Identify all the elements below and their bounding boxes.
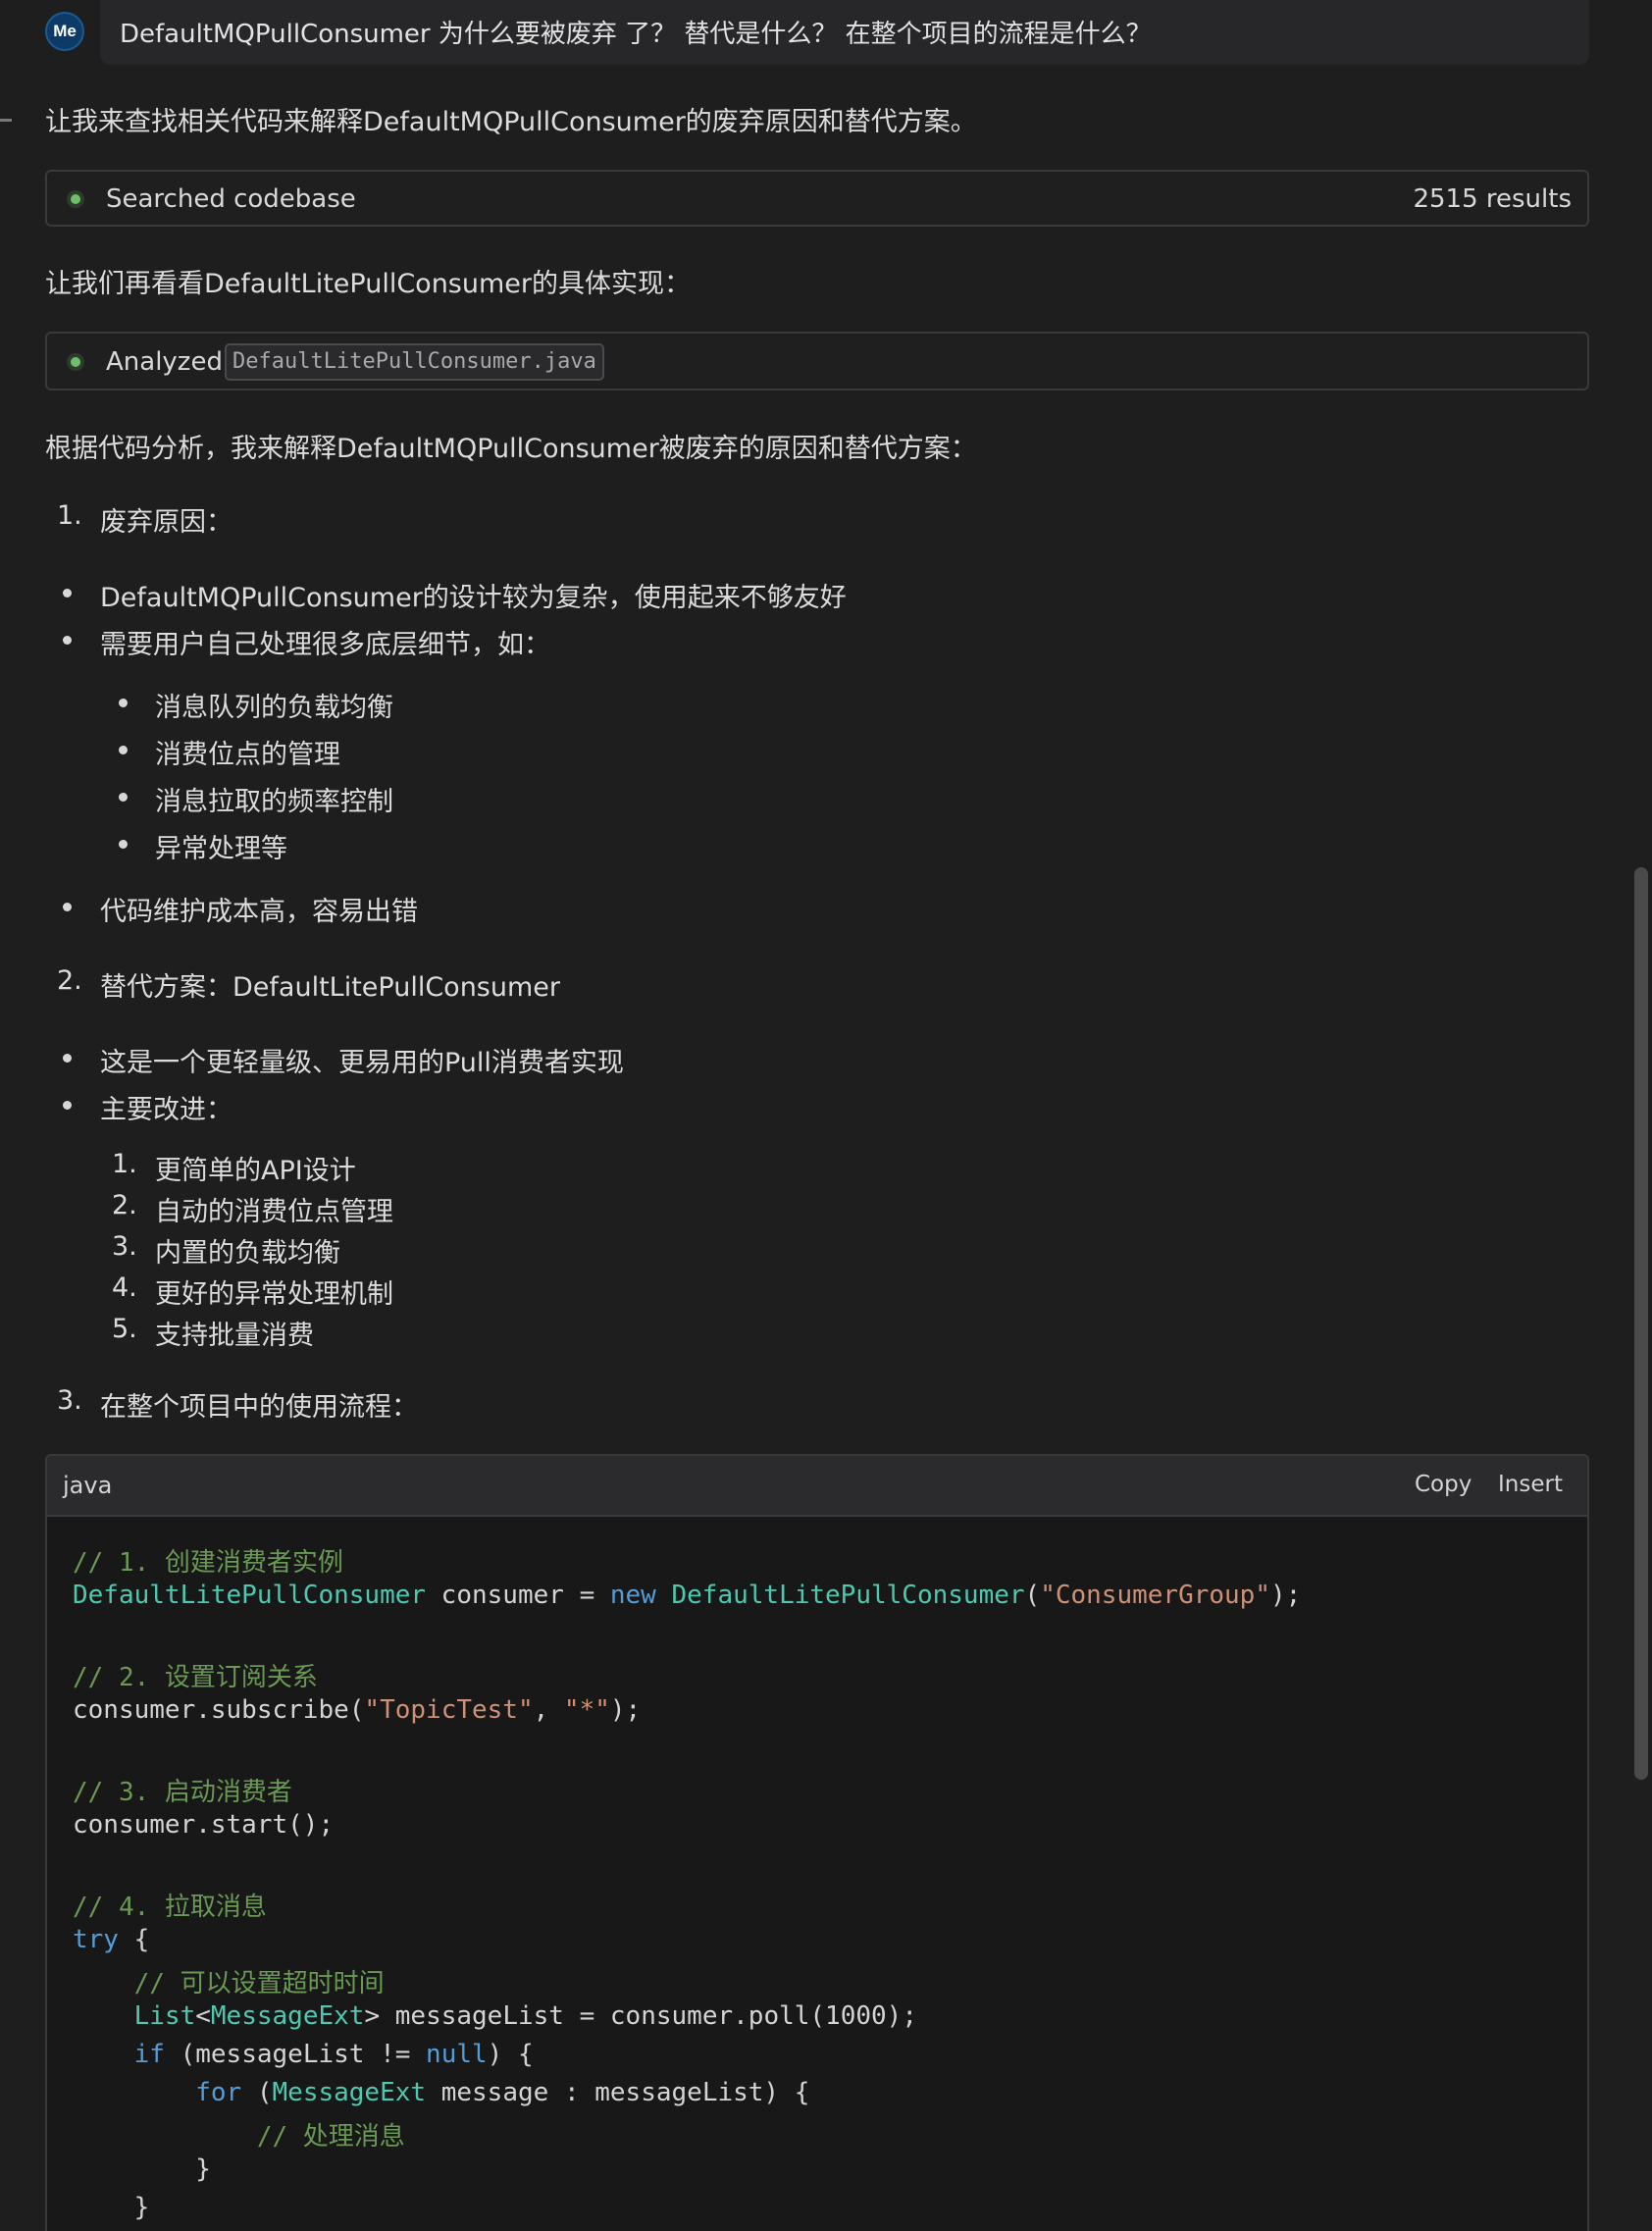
section-title: 替代方案：DefaultLitePullConsumer: [100, 972, 560, 1003]
user-message-text[interactable]: DefaultMQPullConsumer 为什么要被废弃 了？ 替代是什么？ …: [100, 0, 1589, 65]
code-line: if (messageList != null) {: [133, 2040, 534, 2069]
list-item: 消费位点的管理: [155, 740, 340, 770]
sub-item-number: 5.: [112, 1314, 137, 1344]
list-item: 内置的负载均衡: [155, 1238, 340, 1269]
code-line: try {: [73, 1925, 150, 1954]
bullet: [63, 903, 72, 911]
code-line: DefaultLitePullConsumer consumer = new D…: [73, 1581, 1302, 1610]
collapse-marker[interactable]: [0, 119, 12, 122]
status-dot-icon: [71, 194, 80, 204]
code-line: }: [73, 2193, 150, 2222]
sub-item-number: 4.: [112, 1272, 137, 1303]
list-item: 更好的异常处理机制: [155, 1279, 393, 1310]
list-item: 更简单的API设计: [155, 1156, 356, 1186]
section-number: 3.: [57, 1385, 82, 1416]
list-item: 这是一个更轻量级、更易用的Pull消费者实现: [100, 1048, 624, 1078]
scrollbar[interactable]: [1626, 0, 1652, 2231]
scrollbar-thumb[interactable]: [1634, 867, 1648, 1780]
bullet: [63, 589, 72, 597]
sub-item-number: 1.: [112, 1149, 137, 1179]
bullet: [63, 1101, 72, 1110]
analyzed-file-chip[interactable]: DefaultLitePullConsumer.java: [225, 343, 604, 381]
list-item: 异常处理等: [155, 834, 287, 864]
code-block: java Copy Insert // 1. 创建消费者实例 DefaultLi…: [45, 1454, 1589, 2231]
code-header: java Copy Insert: [47, 1456, 1587, 1517]
tool-label: Analyzed: [106, 347, 223, 377]
analyzed-file-step[interactable]: Analyzed DefaultLitePullConsumer.java: [45, 332, 1589, 390]
code-line: consumer.subscribe("TopicTest", "*");: [73, 1695, 642, 1725]
searched-codebase-step[interactable]: Searched codebase 2515 results: [45, 170, 1589, 227]
copy-button[interactable]: Copy: [1415, 1472, 1471, 1497]
section-number: 1.: [57, 500, 82, 531]
bullet: [119, 840, 128, 849]
code-line: // 4. 拉取消息: [73, 1893, 267, 1922]
chat-panel: Me DefaultMQPullConsumer 为什么要被废弃 了？ 替代是什…: [0, 0, 1652, 2231]
list-item: 支持批量消费: [155, 1321, 314, 1351]
code-language-label: java: [63, 1472, 113, 1499]
code-line: // 处理消息: [73, 2122, 405, 2152]
code-line: for (MessageExt message : messageList) {: [195, 2078, 810, 2107]
list-item: 主要改进：: [100, 1095, 232, 1125]
user-avatar: Me: [45, 12, 84, 51]
list-item: 消息拉取的频率控制: [155, 787, 393, 817]
sub-item-number: 2.: [112, 1190, 137, 1220]
section-number: 2.: [57, 965, 82, 996]
section-title: 废弃原因：: [100, 507, 232, 538]
code-line: List<MessageExt> messageList = consumer.…: [133, 2001, 917, 2031]
assistant-intro: 让我来查找相关代码来解释DefaultMQPullConsumer的废弃原因和替…: [45, 107, 977, 137]
bullet: [63, 1054, 72, 1063]
tool-label: Searched codebase: [106, 184, 356, 214]
code-line: // 1. 创建消费者实例: [73, 1548, 343, 1578]
section-title: 在整个项目中的使用流程：: [100, 1392, 418, 1423]
code-line: // 3. 启动消费者: [73, 1778, 292, 1807]
bullet: [119, 793, 128, 802]
bullet: [119, 746, 128, 754]
analysis-intro: 根据代码分析，我来解释DefaultMQPullConsumer被废弃的原因和替…: [45, 434, 977, 464]
sub-item-number: 3.: [112, 1231, 137, 1262]
user-message: Me DefaultMQPullConsumer 为什么要被废弃 了？ 替代是什…: [43, 0, 1589, 65]
code-line: }: [73, 2154, 211, 2184]
list-item: DefaultMQPullConsumer的设计较为复杂，使用起来不够友好: [100, 583, 847, 613]
list-item: 自动的消费位点管理: [155, 1197, 393, 1227]
bullet: [119, 699, 128, 707]
code-line: consumer.start();: [73, 1810, 335, 1840]
code-line: // 可以设置超时时间: [73, 1969, 385, 1998]
insert-button[interactable]: Insert: [1498, 1472, 1563, 1497]
status-dot-icon: [71, 357, 80, 367]
look-more-text: 让我们再看看DefaultLitePullConsumer的具体实现：: [45, 269, 691, 299]
list-item: 需要用户自己处理很多底层细节，如：: [100, 630, 550, 660]
list-item: 消息队列的负载均衡: [155, 693, 393, 723]
code-line: // 2. 设置订阅关系: [73, 1663, 318, 1692]
list-item: 代码维护成本高，容易出错: [100, 897, 418, 927]
bullet: [63, 636, 72, 645]
result-count: 2515 results: [1413, 184, 1572, 214]
